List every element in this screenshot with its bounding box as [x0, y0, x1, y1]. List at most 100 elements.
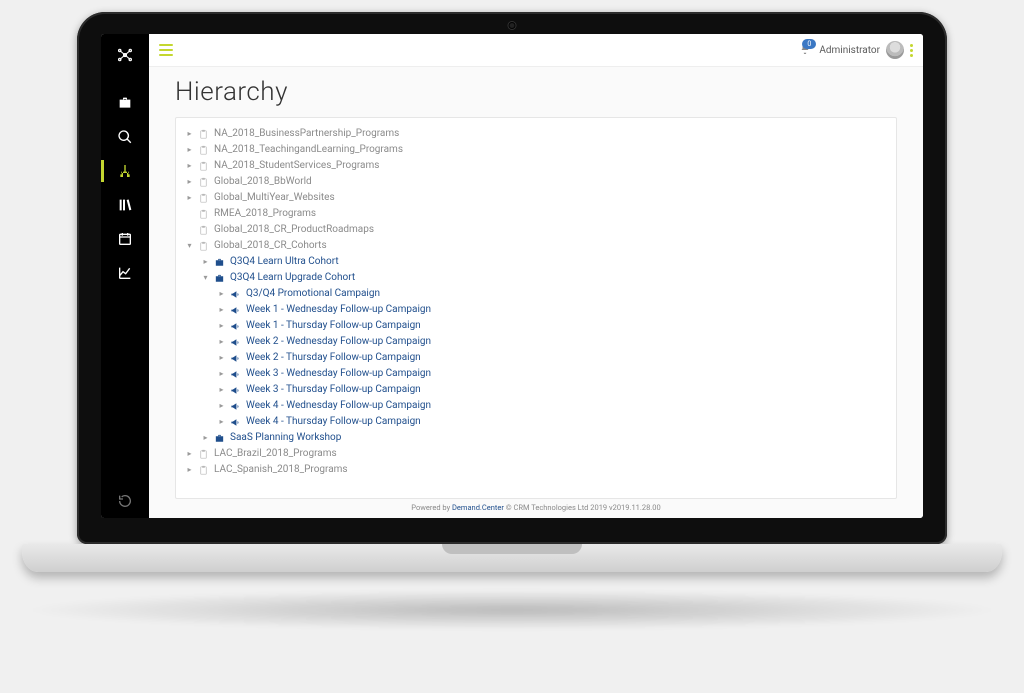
sidebar-item-analytics[interactable]	[101, 256, 149, 290]
caret-right-icon[interactable]: ▸	[186, 158, 193, 174]
caret-right-icon[interactable]: ▸	[186, 174, 193, 190]
tree-node[interactable]: ▸ LAC_Brazil_2018_Programs	[186, 446, 886, 462]
caret-right-icon[interactable]: ▸	[186, 446, 193, 462]
tree-node-label[interactable]: Week 1 - Wednesday Follow-up Campaign	[246, 302, 431, 318]
tree-node[interactable]: ▾ Global_2018_CR_Cohorts	[186, 238, 886, 254]
tree-node[interactable]: ▸ Week 1 - Wednesday Follow-up Campaign	[218, 302, 886, 318]
tree-node[interactable]: ▸RMEA_2018_Programs	[186, 206, 886, 222]
caret-right-icon[interactable]: ▸	[202, 254, 209, 270]
app-main: 0 Administrator Hierarchy ▸ NA_2018_Busin…	[149, 34, 923, 518]
megaphone-icon	[230, 337, 241, 348]
tree-node-label[interactable]: Week 3 - Thursday Follow-up Campaign	[246, 382, 421, 398]
tree-node[interactable]: ▸ Global_MultiYear_Websites	[186, 190, 886, 206]
caret-right-icon[interactable]: ▸	[218, 382, 225, 398]
screen-bezel: 0 Administrator Hierarchy ▸ NA_2018_Busin…	[77, 12, 947, 544]
clipboard-icon	[198, 193, 209, 204]
current-user-label[interactable]: Administrator	[819, 45, 880, 56]
tree-node-label[interactable]: Q3Q4 Learn Ultra Cohort	[230, 254, 339, 270]
tree-node[interactable]: ▸ NA_2018_BusinessPartnership_Programs	[186, 126, 886, 142]
tree-node-label[interactable]: Week 4 - Thursday Follow-up Campaign	[246, 414, 421, 430]
megaphone-icon	[230, 305, 241, 316]
tree-node-label[interactable]: Week 4 - Wednesday Follow-up Campaign	[246, 398, 431, 414]
tree-node[interactable]: ▸ Week 3 - Wednesday Follow-up Campaign	[218, 366, 886, 382]
tree-node-label[interactable]: Q3/Q4 Promotional Campaign	[246, 286, 380, 302]
tree-node[interactable]: ▸ LAC_Spanish_2018_Programs	[186, 462, 886, 478]
caret-right-icon[interactable]: ▸	[218, 366, 225, 382]
clipboard-icon	[198, 129, 209, 140]
tree-node[interactable]: ▸ NA_2018_StudentServices_Programs	[186, 158, 886, 174]
caret-right-icon[interactable]: ▸	[202, 430, 209, 446]
caret-right-icon[interactable]: ▸	[218, 414, 225, 430]
brand-logo[interactable]	[116, 46, 134, 68]
caret-right-icon[interactable]: ▸	[186, 190, 193, 206]
tree-node-label[interactable]: Week 1 - Thursday Follow-up Campaign	[246, 318, 421, 334]
tree-node[interactable]: ▸ NA_2018_TeachingandLearning_Programs	[186, 142, 886, 158]
hierarchy-tree[interactable]: ▸ NA_2018_BusinessPartnership_Programs ▸ NA…	[186, 126, 886, 478]
tree-node[interactable]: ▸ Week 1 - Thursday Follow-up Campaign	[218, 318, 886, 334]
tree-node[interactable]: ▸ Week 2 - Wednesday Follow-up Campaign	[218, 334, 886, 350]
tree-node[interactable]: ▸ Q3/Q4 Promotional Campaign	[218, 286, 886, 302]
tree-node-label[interactable]: Week 2 - Thursday Follow-up Campaign	[246, 350, 421, 366]
tree-node-label[interactable]: Global_2018_CR_Cohorts	[214, 238, 327, 254]
laptop-shadow	[22, 590, 1002, 630]
tree-node-label[interactable]: Week 3 - Wednesday Follow-up Campaign	[246, 366, 431, 382]
caret-right-icon[interactable]: ▸	[186, 142, 193, 158]
app-screen: 0 Administrator Hierarchy ▸ NA_2018_Busin…	[101, 34, 923, 518]
footer-link[interactable]: Demand.Center	[452, 503, 504, 512]
caret-down-icon[interactable]: ▾	[202, 270, 209, 286]
tree-node-label[interactable]: Global_2018_BbWorld	[214, 174, 312, 190]
caret-right-icon[interactable]: ▸	[186, 462, 193, 478]
more-menu-icon[interactable]	[910, 44, 913, 57]
tree-node[interactable]: ▸ Week 2 - Thursday Follow-up Campaign	[218, 350, 886, 366]
clipboard-icon	[198, 161, 209, 172]
tree-node[interactable]: ▸ Week 4 - Wednesday Follow-up Campaign	[218, 398, 886, 414]
caret-down-icon[interactable]: ▾	[186, 238, 193, 254]
tree-node-label[interactable]: Global_MultiYear_Websites	[214, 190, 335, 206]
tree-node-label[interactable]: NA_2018_StudentServices_Programs	[214, 158, 379, 174]
clipboard-icon	[198, 145, 209, 156]
notifications-button[interactable]: 0	[799, 43, 811, 58]
sidebar-item-hierarchy[interactable]	[101, 154, 149, 188]
tree-node-label[interactable]: NA_2018_TeachingandLearning_Programs	[214, 142, 403, 158]
sidebar-item-calendar[interactable]	[101, 222, 149, 256]
tree-node[interactable]: ▸ Q3Q4 Learn Ultra Cohort	[202, 254, 886, 270]
caret-right-icon[interactable]: ▸	[218, 318, 225, 334]
megaphone-icon	[230, 385, 241, 396]
notification-count: 0	[802, 39, 816, 49]
sidebar-item-library[interactable]	[101, 188, 149, 222]
tree-node-label[interactable]: RMEA_2018_Programs	[214, 206, 316, 222]
laptop-mockup: 0 Administrator Hierarchy ▸ NA_2018_Busin…	[22, 12, 1002, 630]
avatar[interactable]	[886, 41, 904, 59]
briefcase-icon	[214, 257, 225, 268]
tree-node[interactable]: ▸Global_2018_CR_ProductRoadmaps	[186, 222, 886, 238]
megaphone-icon	[230, 417, 241, 428]
caret-right-icon[interactable]: ▸	[186, 126, 193, 142]
tree-node-label[interactable]: Week 2 - Wednesday Follow-up Campaign	[246, 334, 431, 350]
caret-right-icon[interactable]: ▸	[218, 350, 225, 366]
clipboard-icon	[198, 465, 209, 476]
caret-right-icon[interactable]: ▸	[218, 334, 225, 350]
tree-node-label[interactable]: NA_2018_BusinessPartnership_Programs	[214, 126, 399, 142]
menu-toggle-icon[interactable]	[159, 44, 173, 56]
tree-node[interactable]: ▸ SaaS Planning Workshop	[202, 430, 886, 446]
sidebar-item-briefcase[interactable]	[101, 86, 149, 120]
sidebar-item-search[interactable]	[101, 120, 149, 154]
page-body: Hierarchy ▸ NA_2018_BusinessPartnership_P…	[149, 67, 923, 518]
tree-node-label[interactable]: Global_2018_CR_ProductRoadmaps	[214, 222, 374, 238]
tree-node[interactable]: ▾ Q3Q4 Learn Upgrade Cohort	[202, 270, 886, 286]
caret-right-icon[interactable]: ▸	[218, 286, 225, 302]
tree-node-label[interactable]: LAC_Brazil_2018_Programs	[214, 446, 337, 462]
clipboard-icon	[198, 241, 209, 252]
tree-node[interactable]: ▸ Week 3 - Thursday Follow-up Campaign	[218, 382, 886, 398]
tree-node-label[interactable]: Q3Q4 Learn Upgrade Cohort	[230, 270, 355, 286]
tree-node-label[interactable]: LAC_Spanish_2018_Programs	[214, 462, 348, 478]
tree-node[interactable]: ▸ Week 4 - Thursday Follow-up Campaign	[218, 414, 886, 430]
sidebar-refresh[interactable]	[101, 484, 149, 518]
tree-node[interactable]: ▸ Global_2018_BbWorld	[186, 174, 886, 190]
topbar: 0 Administrator	[149, 34, 923, 67]
tree-node-label[interactable]: SaaS Planning Workshop	[230, 430, 341, 446]
caret-right-icon[interactable]: ▸	[218, 398, 225, 414]
laptop-notch	[442, 544, 582, 554]
page-title: Hierarchy	[175, 77, 897, 107]
caret-right-icon[interactable]: ▸	[218, 302, 225, 318]
